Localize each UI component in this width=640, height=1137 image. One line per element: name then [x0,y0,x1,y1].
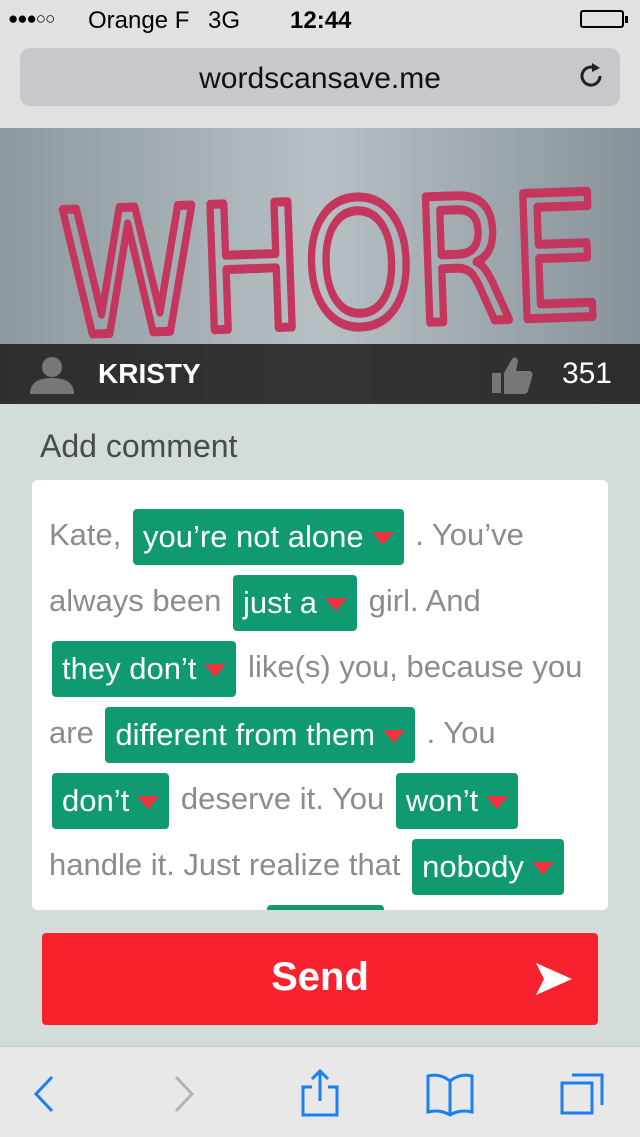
dropdown-arrow-icon [531,862,554,876]
word-choice-label: just a [242,584,318,620]
word-choice-label: nobody [422,848,524,884]
word-choice-dropdown[interactable]: just a [232,574,358,631]
word-choice-label: you’re not alone [143,518,364,554]
thumbs-up-icon[interactable] [490,355,534,395]
reload-icon[interactable] [576,61,606,91]
comment-card: Kate, you’re not alone . You’ve always b… [32,480,608,910]
comment-text-segment: handle it. Just realize that [49,847,410,882]
word-choice-label: won’t [405,782,479,818]
send-button-label: Send [271,955,369,999]
url-text[interactable]: wordscansave.me [20,62,620,96]
signal-strength-icon: ●●●○○ [8,9,55,28]
add-comment-heading: Add comment [40,428,238,464]
word-choice-dropdown[interactable]: they don’t [52,640,237,697]
word-choice-dropdown[interactable]: different from them [105,706,416,763]
battery-icon [580,10,628,28]
word-choice-dropdown[interactable]: nobody [412,838,564,895]
bookmarks-icon[interactable] [425,1069,475,1119]
word-choice-dropdown[interactable]: won’t [395,772,519,829]
forward-icon[interactable] [158,1069,208,1119]
comment-text-segment: Kate, [49,517,130,552]
comment-text-segment: deserve it. You [172,781,393,816]
hero-image: WHORE KRISTY 351 [0,128,640,404]
word-choice-dropdown[interactable]: you’re not alone [133,508,404,565]
comment-text-segment: girl. And [360,583,481,618]
like-count: 351 [561,357,612,390]
browser-toolbar [0,1046,640,1137]
dropdown-arrow-icon [137,796,160,810]
user-icon [30,357,74,394]
address-bar[interactable]: wordscansave.me [20,48,620,106]
send-arrow-icon [536,963,572,995]
comment-text: Kate, you’re not alone . You’ve always b… [49,502,599,910]
word-choice-label: don’t [62,782,130,818]
dropdown-arrow-icon [371,532,394,546]
send-button[interactable]: Send [42,933,598,1025]
share-icon[interactable] [295,1069,345,1119]
tabs-icon[interactable] [558,1069,608,1119]
post-caption-bar: KRISTY 351 [0,344,640,404]
word-choice-label: they don’t [62,650,197,686]
dropdown-arrow-icon [325,598,348,612]
dropdown-arrow-icon [383,730,406,744]
dropdown-arrow-icon [204,664,227,678]
clock: 12:44 [290,7,352,34]
back-icon[interactable] [22,1069,72,1119]
comment-text-segment: . You [418,715,496,750]
network-type: 3G [208,7,241,34]
word-choice-dropdown[interactable]: don’t [52,772,170,829]
author-name: KRISTY [98,358,201,389]
carrier-name: Orange F [88,7,190,34]
dropdown-arrow-icon [486,796,509,810]
word-choice-label: different from them [115,716,376,752]
word-choice-dropdown[interactable]: don’t [266,904,385,910]
status-bar: ●●●○○ Orange F 3G 12:44 [0,0,640,40]
browser-header: wordscansave.me [0,40,640,128]
